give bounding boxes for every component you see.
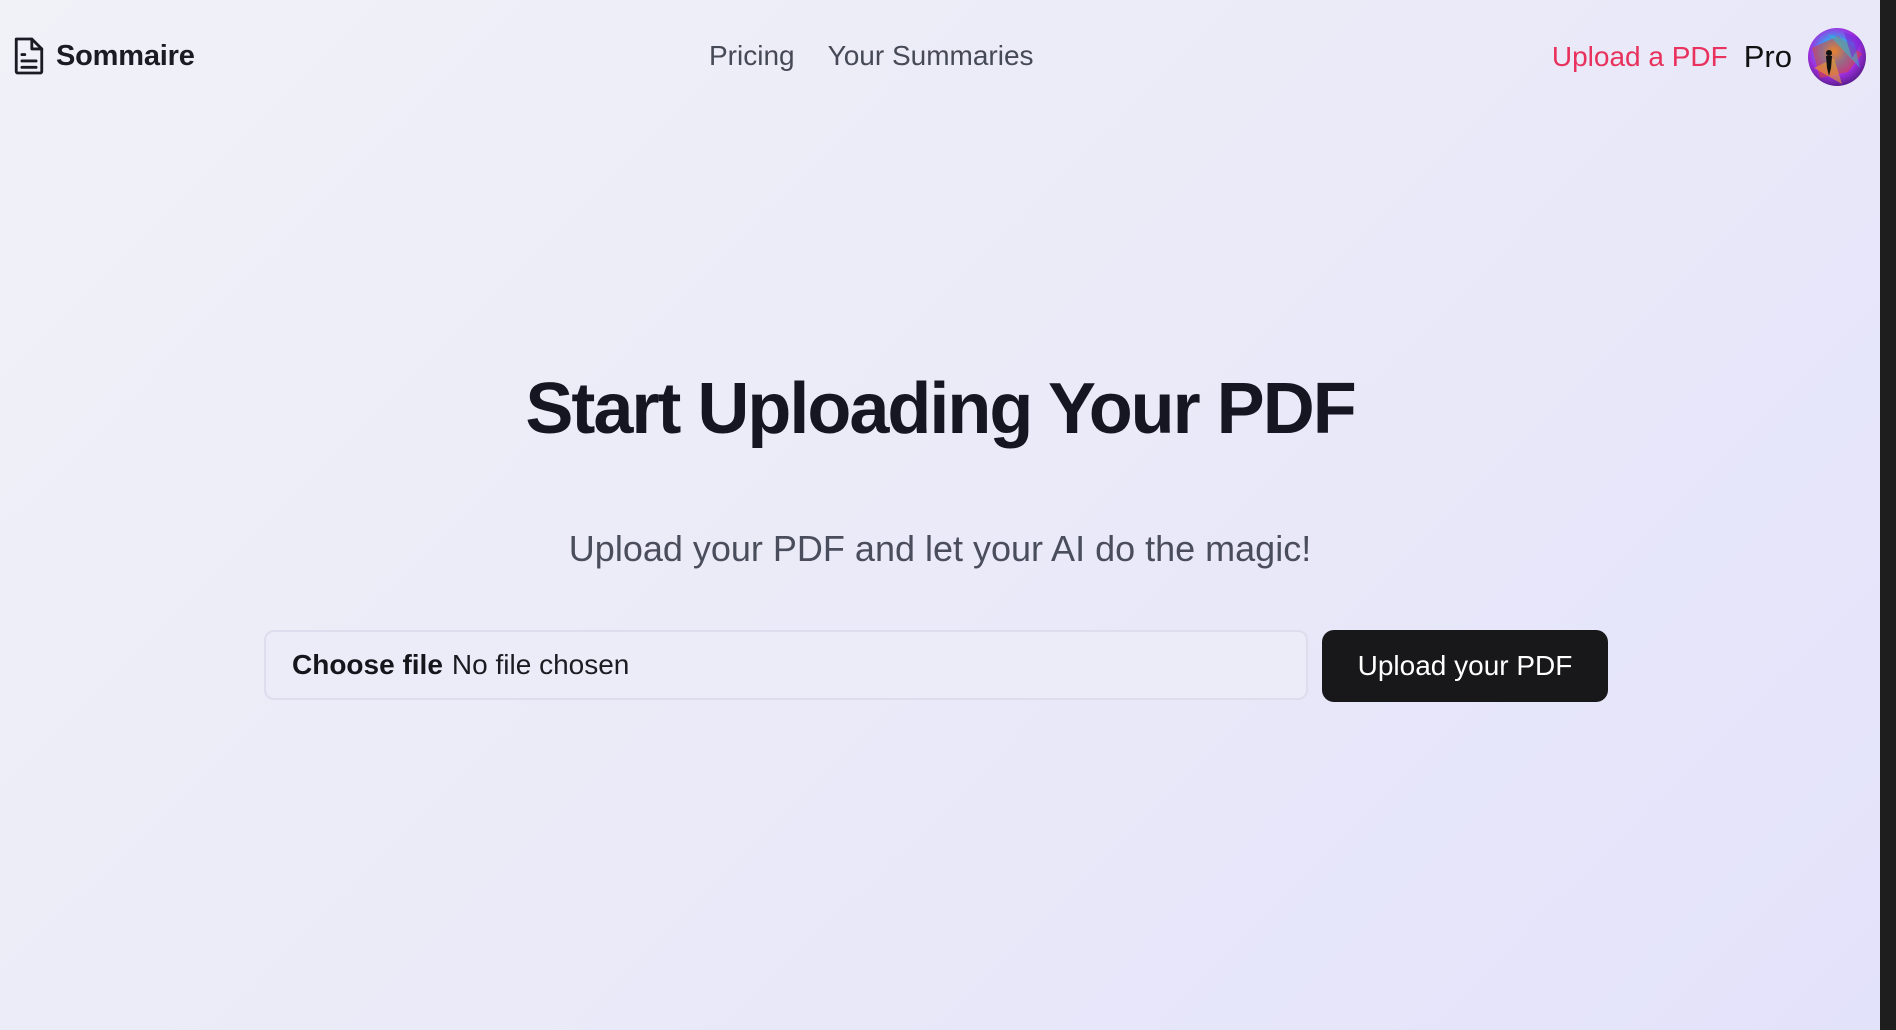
document-icon: [12, 36, 46, 76]
brand-name: Sommaire: [56, 39, 195, 72]
nav-link-pricing[interactable]: Pricing: [709, 40, 795, 72]
page-subtitle: Upload your PDF and let your AI do the m…: [568, 528, 1312, 569]
site-header: Sommaire Pricing Your Summaries Upload a…: [0, 0, 1880, 116]
window-edge: [1880, 0, 1896, 1030]
brand-logo-link[interactable]: Sommaire: [12, 36, 195, 76]
pdf-file-input[interactable]: Choose file No file chosen: [264, 630, 1308, 700]
plan-badge: Pro: [1743, 39, 1792, 74]
user-avatar[interactable]: [1808, 28, 1866, 86]
main-nav: Pricing Your Summaries: [709, 40, 1034, 72]
upload-pdf-link[interactable]: Upload a PDF: [1552, 41, 1728, 73]
upload-pdf-button[interactable]: Upload your PDF: [1322, 630, 1608, 702]
choose-file-button[interactable]: Choose file: [292, 649, 443, 681]
nav-link-your-summaries[interactable]: Your Summaries: [828, 40, 1034, 72]
file-status-text: No file chosen: [451, 649, 630, 680]
page: Sommaire Pricing Your Summaries Upload a…: [0, 0, 1880, 1030]
header-actions: Upload a PDF Pro: [1552, 28, 1866, 86]
page-title: Start Uploading Your PDF: [525, 369, 1356, 449]
